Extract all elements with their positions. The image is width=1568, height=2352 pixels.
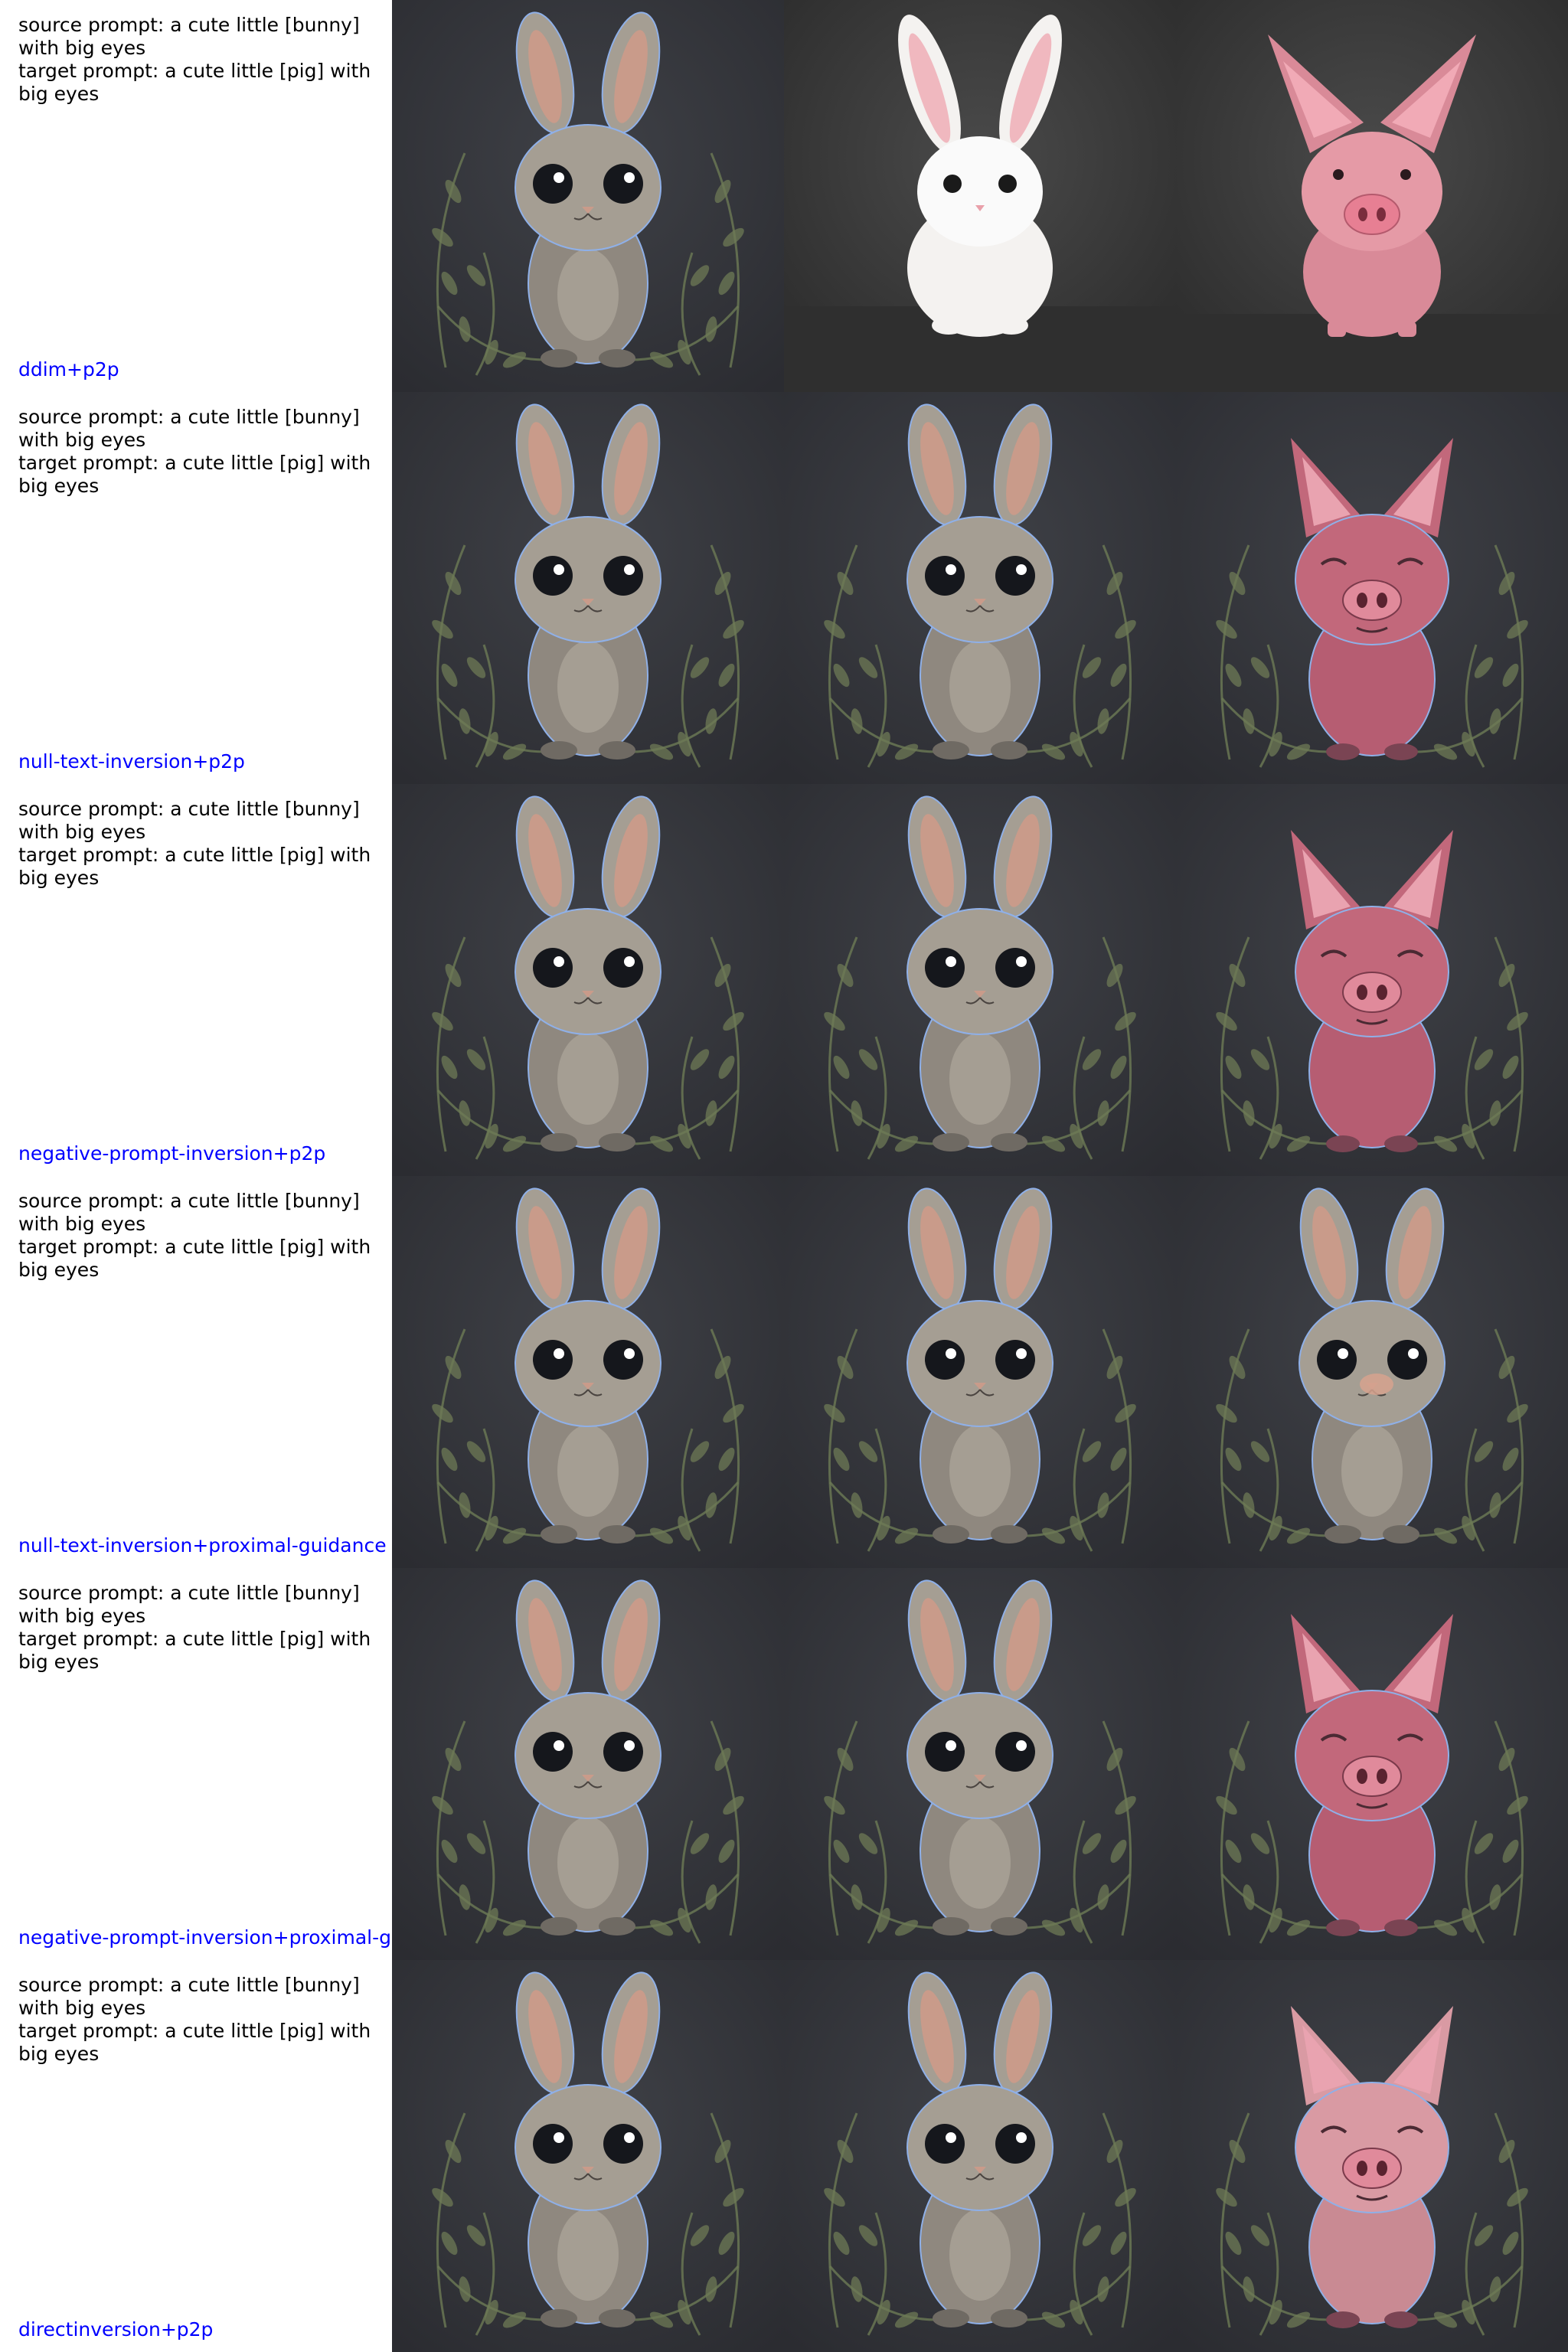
comparison-grid: source prompt: a cute little [bunny] wit… bbox=[0, 0, 1568, 2352]
bunny-illustration-icon bbox=[392, 784, 784, 1176]
pig-illustration-icon bbox=[1176, 784, 1568, 1176]
method-label: directinversion+p2p bbox=[18, 2318, 214, 2341]
row-label-cell: source prompt: a cute little [bunny] wit… bbox=[0, 1176, 392, 1568]
row-label-cell: source prompt: a cute little [bunny] wit… bbox=[0, 784, 392, 1176]
comparison-row: source prompt: a cute little [bunny] wit… bbox=[0, 1568, 1568, 1960]
source-image bbox=[392, 784, 784, 1176]
bunny-illustration-icon bbox=[784, 1568, 1176, 1960]
bunny-illustration-icon bbox=[784, 0, 1176, 392]
method-label: null-text-inversion+proximal-guidance bbox=[18, 1534, 387, 1557]
bunny-illustration-icon bbox=[784, 392, 1176, 784]
bunny-illustration-icon bbox=[784, 784, 1176, 1176]
target-prompt: target prompt: a cute little [pig] with … bbox=[18, 60, 371, 105]
reconstruction-image bbox=[784, 1960, 1176, 2352]
comparison-row: source prompt: a cute little [bunny] wit… bbox=[0, 0, 1568, 392]
prompt-block: source prompt: a cute little [bunny] wit… bbox=[18, 798, 378, 890]
reconstruction-image bbox=[784, 1568, 1176, 1960]
bunny-illustration-icon bbox=[392, 1568, 784, 1960]
pig-illustration-icon bbox=[1176, 1568, 1568, 1960]
edited-image bbox=[1176, 1176, 1568, 1568]
reconstruction-image bbox=[784, 392, 1176, 784]
source-image bbox=[392, 1568, 784, 1960]
pig-illustration-icon bbox=[1176, 1960, 1568, 2352]
edited-image bbox=[1176, 1568, 1568, 1960]
source-prompt: source prompt: a cute little [bunny] wit… bbox=[18, 1190, 360, 1235]
method-label: negative-prompt-inversion+p2p bbox=[18, 1142, 326, 1165]
method-label: ddim+p2p bbox=[18, 358, 119, 381]
edited-image bbox=[1176, 392, 1568, 784]
target-prompt: target prompt: a cute little [pig] with … bbox=[18, 452, 371, 497]
comparison-row: source prompt: a cute little [bunny] wit… bbox=[0, 392, 1568, 784]
prompt-block: source prompt: a cute little [bunny] wit… bbox=[18, 1582, 378, 1674]
source-prompt: source prompt: a cute little [bunny] wit… bbox=[18, 798, 360, 843]
row-label-cell: source prompt: a cute little [bunny] wit… bbox=[0, 1960, 392, 2352]
bunny-illustration-icon bbox=[1176, 1176, 1568, 1568]
row-label-cell: source prompt: a cute little [bunny] wit… bbox=[0, 392, 392, 784]
source-image bbox=[392, 1960, 784, 2352]
bunny-illustration-icon bbox=[392, 1960, 784, 2352]
edited-image bbox=[1176, 0, 1568, 392]
method-label: negative-prompt-inversion+proximal-g bbox=[18, 1926, 391, 1949]
pig-illustration-icon bbox=[1176, 392, 1568, 784]
source-image bbox=[392, 1176, 784, 1568]
row-label-cell: source prompt: a cute little [bunny] wit… bbox=[0, 1568, 392, 1960]
source-prompt: source prompt: a cute little [bunny] wit… bbox=[18, 1974, 360, 2019]
source-prompt: source prompt: a cute little [bunny] wit… bbox=[18, 406, 360, 451]
bunny-illustration-icon bbox=[784, 1176, 1176, 1568]
source-image bbox=[392, 392, 784, 784]
prompt-block: source prompt: a cute little [bunny] wit… bbox=[18, 406, 378, 498]
prompt-block: source prompt: a cute little [bunny] wit… bbox=[18, 14, 378, 106]
source-image bbox=[392, 0, 784, 392]
bunny-illustration-icon bbox=[392, 392, 784, 784]
comparison-row: source prompt: a cute little [bunny] wit… bbox=[0, 784, 1568, 1176]
source-prompt: source prompt: a cute little [bunny] wit… bbox=[18, 14, 360, 59]
prompt-block: source prompt: a cute little [bunny] wit… bbox=[18, 1190, 378, 1282]
target-prompt: target prompt: a cute little [pig] with … bbox=[18, 1628, 371, 1673]
bunny-illustration-icon bbox=[784, 1960, 1176, 2352]
edited-image bbox=[1176, 1960, 1568, 2352]
target-prompt: target prompt: a cute little [pig] with … bbox=[18, 844, 371, 889]
source-prompt: source prompt: a cute little [bunny] wit… bbox=[18, 1582, 360, 1627]
pig-illustration-icon bbox=[1176, 0, 1568, 392]
target-prompt: target prompt: a cute little [pig] with … bbox=[18, 2020, 371, 2065]
comparison-row: source prompt: a cute little [bunny] wit… bbox=[0, 1176, 1568, 1568]
row-label-cell: source prompt: a cute little [bunny] wit… bbox=[0, 0, 392, 392]
method-label: null-text-inversion+p2p bbox=[18, 750, 245, 773]
reconstruction-image bbox=[784, 0, 1176, 392]
target-prompt: target prompt: a cute little [pig] with … bbox=[18, 1236, 371, 1281]
bunny-illustration-icon bbox=[392, 0, 784, 392]
edited-image bbox=[1176, 784, 1568, 1176]
comparison-row: source prompt: a cute little [bunny] wit… bbox=[0, 1960, 1568, 2352]
reconstruction-image bbox=[784, 784, 1176, 1176]
reconstruction-image bbox=[784, 1176, 1176, 1568]
prompt-block: source prompt: a cute little [bunny] wit… bbox=[18, 1974, 378, 2066]
bunny-illustration-icon bbox=[392, 1176, 784, 1568]
